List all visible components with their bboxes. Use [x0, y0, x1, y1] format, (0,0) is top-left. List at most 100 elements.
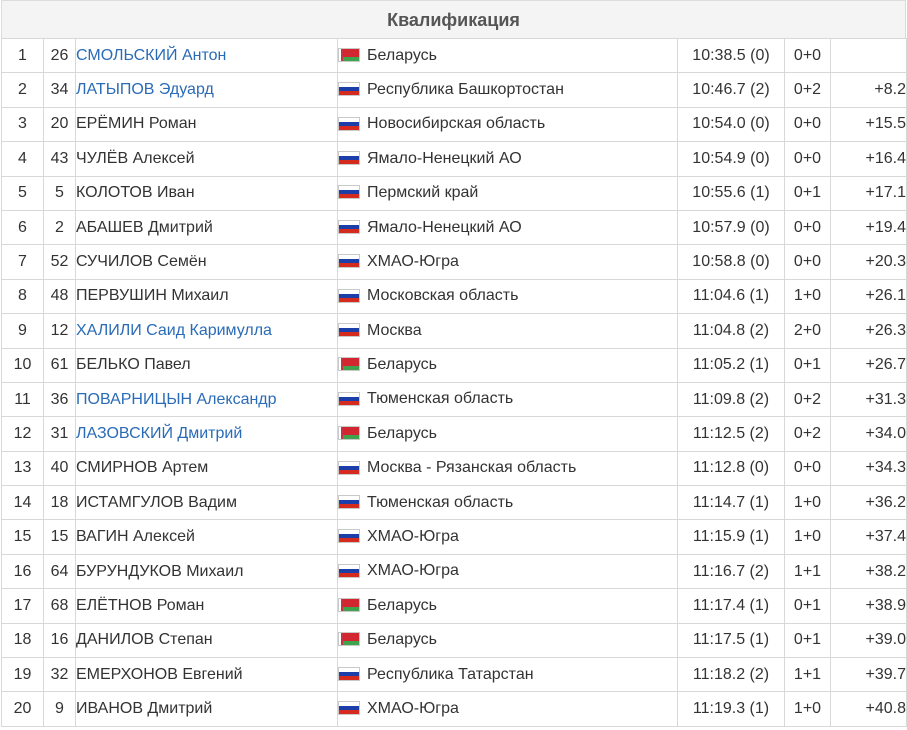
table-row: 13 40 СМИРНОВ Артем Москва - Рязанская обла…: [1, 450, 907, 487]
region-label: Республика Татарстан: [367, 665, 534, 683]
gap-cell: [830, 37, 907, 74]
region-label: Беларусь: [367, 46, 437, 64]
time-cell: 11:15.9 (1): [677, 519, 785, 555]
region-label: Ямало-Ненецкий АО: [367, 149, 522, 167]
shooting-cell: 1+1: [784, 657, 831, 693]
table-row: 3 20 ЕРЁМИН Роман Новосибирская область 10:5…: [1, 106, 907, 143]
table-row: 19 32 ЕМЕРХОНОВ Евгений Республика Татарста…: [1, 657, 907, 693]
shooting-cell: 0+1: [784, 175, 831, 211]
shooting-cell: 0+0: [784, 141, 831, 177]
shooting-cell: 0+0: [784, 37, 831, 74]
gap-cell: +34.0: [830, 416, 907, 452]
gap-cell: +19.4: [830, 209, 907, 246]
time-cell: 10:58.8 (0): [677, 244, 785, 280]
region-label: Новосибирская область: [367, 115, 546, 133]
bib-number-cell: 34: [43, 72, 76, 108]
table-row: 4 43 ЧУЛЁВ Алексей Ямало-Ненецкий АО 10:54.9…: [1, 141, 907, 177]
table-row: 20 9 ИВАНОВ Дмитрий ХМАО-Югра 11:19.3 (1) 1+0…: [1, 691, 907, 727]
gap-cell: +37.4: [830, 519, 907, 555]
belarus-flag-icon: [338, 598, 360, 613]
table-row: 14 18 ИСТАМГУЛОВ Вадим Тюменская область 11:…: [1, 485, 907, 521]
position-cell: 8: [1, 278, 44, 315]
time-cell: 11:18.2 (2): [677, 657, 785, 693]
bib-number-cell: 64: [43, 553, 76, 590]
gap-cell: +34.3: [830, 450, 907, 487]
athlete-name-cell: ПОВАРНИЦЫН Александр: [75, 381, 338, 418]
athlete-name-cell: БЕЛЬКО Павел: [75, 347, 338, 383]
region-cell: Новосибирская область: [337, 106, 678, 143]
time-cell: 10:55.6 (1): [677, 175, 785, 211]
athlete-name-link[interactable]: СМОЛЬСКИЙ Антон: [77, 47, 227, 64]
athlete-name: АБАШЕВ Дмитрий: [76, 218, 213, 236]
time-cell: 11:04.8 (2): [677, 313, 785, 349]
athlete-name-link[interactable]: ЛАЗОВСКИЙ Дмитрий: [77, 425, 243, 442]
region-cell: Беларусь: [337, 416, 678, 452]
region-label: Москва - Рязанская область: [367, 459, 577, 477]
gap-cell: +38.9: [830, 588, 907, 624]
athlete-name: ЕМЕРХОНОВ Евгений: [76, 665, 243, 683]
position-cell: 17: [1, 588, 44, 624]
athlete-name: КОЛОТОВ Иван: [76, 184, 195, 202]
time-cell: 10:54.9 (0): [677, 141, 785, 177]
gap-cell: +17.1: [830, 175, 907, 211]
russia-flag-icon: [338, 185, 360, 200]
shooting-cell: 0+1: [784, 622, 831, 659]
region-label: Пермский край: [367, 184, 479, 202]
bib-number-cell: 2: [43, 209, 76, 246]
region-cell: Беларусь: [337, 37, 678, 74]
russia-flag-icon: [338, 254, 360, 269]
athlete-name-cell: ЛАТЫПОВ Эдуард: [75, 72, 338, 108]
athlete-name-cell: СМИРНОВ Артем: [75, 450, 338, 487]
table-row: 7 52 СУЧИЛОВ Семён ХМАО-Югра 10:58.8 (0) 0+0 +…: [1, 244, 907, 280]
position-cell: 1: [1, 37, 44, 74]
athlete-name-link[interactable]: ХАЛИЛИ Саид Каримулла: [77, 322, 272, 339]
region-cell: Республика Башкортостан: [337, 72, 678, 108]
position-cell: 5: [1, 175, 44, 211]
table-row: 17 68 ЕЛЁТНОВ Роман Беларусь 11:17.4 (1) 0+1 +…: [1, 588, 907, 624]
athlete-name-link[interactable]: ЛАТЫПОВ Эдуард: [77, 81, 214, 98]
gap-cell: +16.4: [830, 141, 907, 177]
belarus-flag-icon: [338, 632, 360, 647]
russia-flag-icon: [338, 391, 360, 406]
bib-number-cell: 9: [43, 691, 76, 727]
region-cell: Москва: [337, 313, 678, 349]
athlete-name-cell: ИСТАМГУЛОВ Вадим: [75, 485, 338, 521]
athlete-name-cell: ВАГИН Алексей: [75, 519, 338, 555]
athlete-name-cell: ЧУЛЁВ Алексей: [75, 141, 338, 177]
region-cell: Москва - Рязанская область: [337, 450, 678, 487]
athlete-name: ЧУЛЁВ Алексей: [76, 149, 195, 167]
table-row: 12 31 ЛАЗОВСКИЙ Дмитрий Беларусь 11:12.5 (2)…: [1, 416, 907, 452]
table-row: 8 48 ПЕРВУШИН Михаил Московская область 11:0…: [1, 278, 907, 315]
gap-cell: +20.3: [830, 244, 907, 280]
position-cell: 14: [1, 485, 44, 521]
table-row: 16 64 БУРУНДУКОВ Михаил ХМАО-Югра 11:16.7 (2…: [1, 553, 907, 590]
results-panel: Квалификация 1 26 СМОЛЬСКИЙ Антон Беларусь 1…: [1, 0, 907, 730]
athlete-name-link[interactable]: ПОВАРНИЦЫН Александр: [77, 391, 277, 408]
russia-flag-icon: [338, 219, 360, 234]
athlete-name-cell: СМОЛЬСКИЙ Антон: [75, 37, 338, 74]
athlete-name-cell: ИВАНОВ Дмитрий: [75, 691, 338, 727]
athlete-name: ИСТАМГУЛОВ Вадим: [76, 493, 237, 511]
region-label: Беларусь: [367, 356, 437, 374]
position-cell: 9: [1, 313, 44, 349]
bib-number-cell: 40: [43, 450, 76, 487]
region-cell: ХМАО-Югра: [337, 691, 678, 727]
position-cell: 2: [1, 72, 44, 108]
gap-cell: +39.7: [830, 657, 907, 693]
shooting-cell: 0+1: [784, 588, 831, 624]
time-cell: 11:19.3 (1): [677, 691, 785, 727]
bib-number-cell: 5: [43, 175, 76, 211]
bib-number-cell: 31: [43, 416, 76, 452]
athlete-name-cell: ЕЛЁТНОВ Роман: [75, 588, 338, 624]
bib-number-cell: 20: [43, 106, 76, 143]
athlete-name-cell: СУЧИЛОВ Семён: [75, 244, 338, 280]
gap-cell: +39.0: [830, 622, 907, 659]
region-label: Московская область: [367, 287, 519, 305]
shooting-cell: 2+0: [784, 313, 831, 349]
shooting-cell: 0+2: [784, 72, 831, 108]
russia-flag-icon: [338, 529, 360, 544]
shooting-cell: 0+0: [784, 209, 831, 246]
position-cell: 19: [1, 657, 44, 693]
athlete-name: БУРУНДУКОВ Михаил: [76, 562, 244, 580]
athlete-name: БЕЛЬКО Павел: [76, 356, 191, 374]
